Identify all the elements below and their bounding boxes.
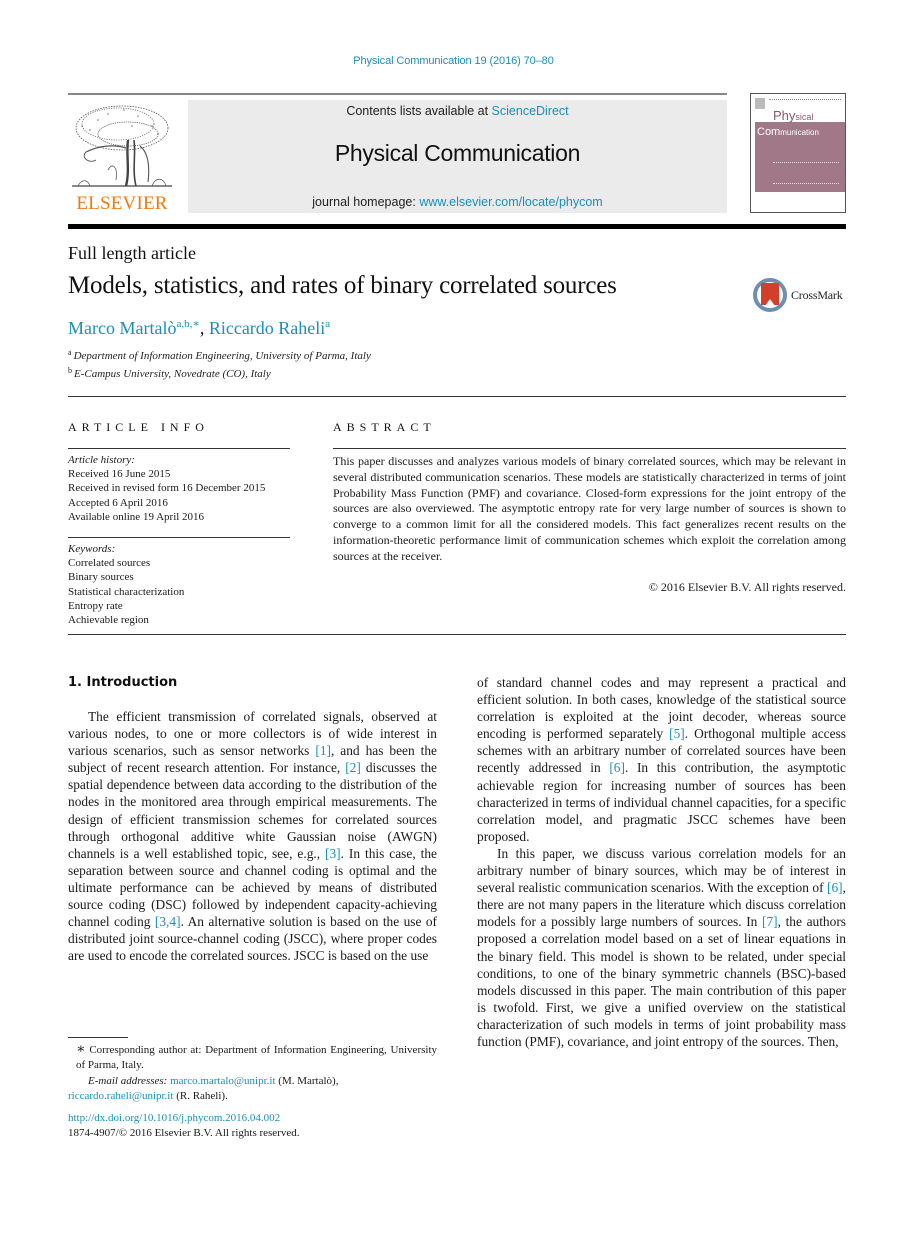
article-info-heading: ARTICLE INFO [68, 420, 209, 434]
keywords-label: Keywords: [68, 543, 116, 555]
tree-icon [72, 105, 172, 187]
author-name[interactable]: Marco Martalò [68, 318, 176, 338]
paragraph: In this paper, we discuss various correl… [477, 845, 846, 1050]
author-name[interactable]: Riccardo Raheli [209, 318, 325, 338]
author-separator: , [199, 318, 209, 338]
citation-link[interactable]: [3] [325, 846, 341, 861]
cover-title-line2: Communication [757, 126, 819, 138]
cover-text: Phy [773, 108, 796, 123]
crossmark-button[interactable]: CrossMark [751, 277, 851, 317]
keyword: Achievable region [68, 614, 149, 627]
cover-header-line [769, 99, 841, 102]
journal-title: Physical Communication [334, 140, 581, 166]
paragraph: of standard channel codes and may repres… [477, 674, 846, 845]
divider [68, 448, 290, 449]
keywords: Keywords: Correlated sources Binary sour… [68, 542, 290, 627]
divider [68, 537, 290, 538]
citation-link[interactable]: [3,4] [155, 914, 181, 929]
keyword: Correlated sources [68, 557, 151, 570]
homepage-line: journal homepage: www.elsevier.com/locat… [188, 195, 727, 209]
email-owner: (R. Raheli). [173, 1090, 228, 1103]
email-link[interactable]: marco.martalo@unipr.it [170, 1075, 275, 1087]
contents-prefix: Contents lists available at [346, 104, 492, 118]
citation-link[interactable]: [6] [609, 760, 625, 775]
footnote-text: Corresponding author at: Department of I… [76, 1044, 437, 1072]
affiliation-b: b E-Campus University, Novedrate (CO), It… [68, 366, 271, 380]
crossmark-label: CrossMark [791, 288, 843, 302]
cover-text: munication [780, 128, 819, 137]
abstract-copyright: © 2016 Elsevier B.V. All rights reserved… [648, 580, 846, 594]
footnote-line: ∗ Corresponding author at: Department of… [68, 1042, 437, 1074]
doi-block: http://dx.doi.org/10.1016/j.phycom.2016.… [68, 1111, 300, 1140]
history-item: Received in revised form 16 December 201… [68, 482, 266, 495]
cover-decoration [773, 162, 839, 184]
author-affiliation-marker[interactable]: a,b,∗ [176, 318, 199, 330]
cover-logo-icon [755, 98, 765, 109]
running-head[interactable]: Physical Communication 19 (2016) 70–80 [0, 55, 907, 67]
body-column-right: of standard channel codes and may repres… [477, 674, 846, 1050]
footnote-rule [68, 1037, 128, 1038]
divider [68, 396, 846, 397]
article-type: Full length article [68, 243, 196, 263]
keyword: Entropy rate [68, 599, 123, 612]
affiliation-text: Department of Information Engineering, U… [73, 350, 371, 362]
masthead-thick-rule [68, 224, 846, 229]
header-rule [68, 93, 727, 95]
history-item: Available online 19 April 2016 [68, 510, 205, 523]
paragraph: The efficient transmission of correlated… [68, 708, 437, 964]
contents-line: Contents lists available at ScienceDirec… [188, 104, 727, 118]
footnote-corresponding: ∗ Corresponding author at: Department of… [68, 1042, 437, 1105]
journal-masthead: Contents lists available at ScienceDirec… [188, 100, 727, 213]
crossmark-notch [765, 299, 775, 306]
cover-text: sical [795, 112, 814, 122]
affiliation-key: a [68, 348, 72, 357]
citation-link[interactable]: [2] [345, 760, 361, 775]
publisher-wordmark: ELSEVIER [76, 193, 168, 214]
email-link[interactable]: riccardo.raheli@unipr.it [68, 1090, 173, 1102]
citation-link[interactable]: [7] [762, 914, 778, 929]
citation-link[interactable]: [1] [315, 743, 331, 758]
author-list: Marco Martalòa,b,∗, Riccardo Rahelia [68, 317, 330, 339]
email-line: riccardo.raheli@unipr.it (R. Raheli). [68, 1089, 437, 1104]
affiliation-a: a Department of Information Engineering, … [68, 348, 371, 362]
citation-link[interactable]: [5] [669, 726, 685, 741]
keyword: Statistical characterization [68, 585, 185, 598]
homepage-prefix: journal homepage: [312, 195, 420, 209]
author-affiliation-marker[interactable]: a [325, 318, 330, 330]
issn-copyright: 1874-4907/© 2016 Elsevier B.V. All right… [68, 1126, 300, 1139]
footnote-star: ∗ [76, 1042, 86, 1057]
history-item: Accepted 6 April 2016 [68, 496, 168, 509]
sciencedirect-link[interactable]: ScienceDirect [492, 104, 569, 118]
email-label: E-mail addresses: [88, 1074, 168, 1087]
divider [68, 634, 846, 635]
journal-homepage-link[interactable]: www.elsevier.com/locate/phycom [419, 195, 602, 209]
cover-title-line1: Physical [773, 108, 813, 123]
citation-link[interactable]: [6] [827, 880, 843, 895]
abstract-heading: ABSTRACT [333, 420, 436, 434]
abstract-text: This paper discusses and analyzes variou… [333, 454, 846, 563]
section-heading: 1. Introduction [68, 675, 178, 690]
affiliation-text: E-Campus University, Novedrate (CO), Ita… [74, 368, 271, 380]
text-run: In this paper, we discuss various correl… [477, 845, 846, 896]
doi-link[interactable]: http://dx.doi.org/10.1016/j.phycom.2016.… [68, 1111, 300, 1126]
text-run: , the authors proposed a correlation mod… [477, 914, 846, 1049]
keyword: Binary sources [68, 571, 134, 584]
article-history-label: Article history: [68, 454, 135, 466]
email-line: E-mail addresses: marco.martalo@unipr.it… [68, 1074, 437, 1089]
article-history: Article history: Received 16 June 2015 R… [68, 453, 290, 524]
email-owner: (M. Martalò), [275, 1074, 339, 1087]
journal-cover-thumbnail[interactable]: Physical Communication [750, 93, 846, 213]
divider [333, 448, 846, 449]
history-item: Received 16 June 2015 [68, 468, 171, 481]
cover-text: Com [757, 126, 781, 138]
body-column-left: The efficient transmission of correlated… [68, 708, 437, 964]
affiliation-key: b [68, 366, 72, 375]
article-title: Models, statistics, and rates of binary … [68, 272, 617, 299]
